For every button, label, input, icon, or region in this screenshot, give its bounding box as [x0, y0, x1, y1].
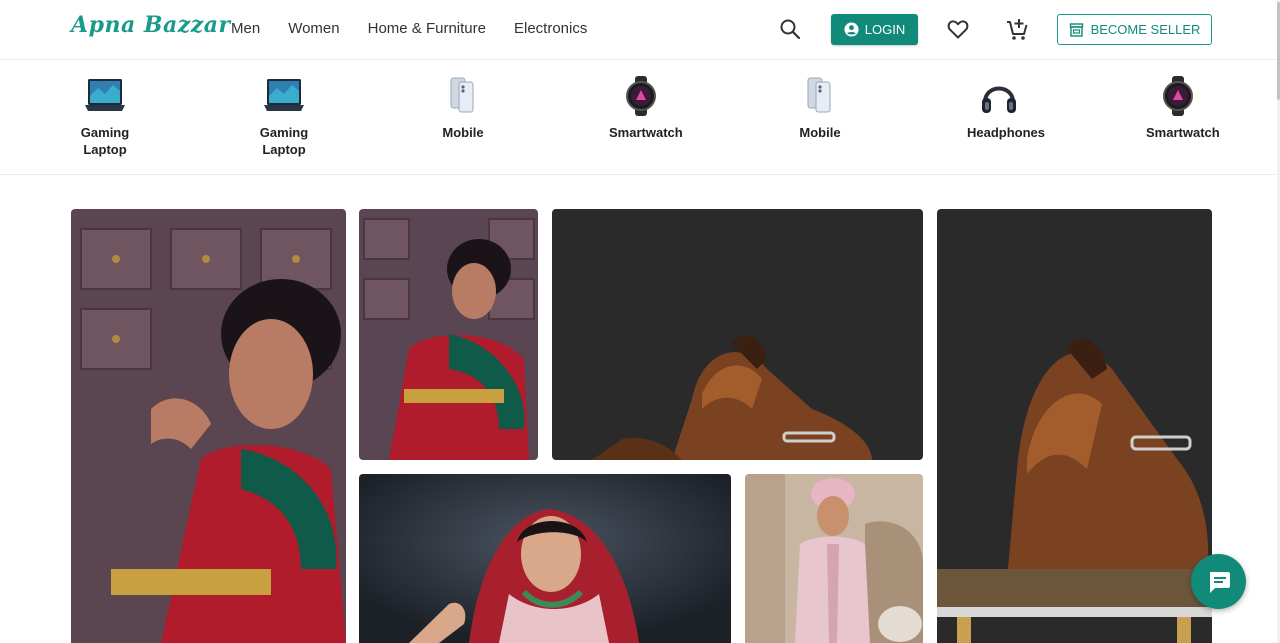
category-mobile[interactable]: Mobile — [760, 76, 880, 141]
bride-photo — [71, 209, 346, 643]
category-strip: Gaming Laptop Gaming Laptop Mobile Smart… — [0, 60, 1277, 175]
nav-electronics[interactable]: Electronics — [514, 20, 587, 37]
category-headphones[interactable]: Headphones — [939, 76, 1059, 141]
become-seller-label: BECOME SELLER — [1090, 22, 1201, 37]
shoes-photo — [937, 209, 1212, 643]
login-label: LOGIN — [864, 22, 906, 37]
heart-icon — [947, 20, 969, 39]
cart-button[interactable] — [1005, 16, 1029, 42]
chat-button[interactable] — [1191, 554, 1246, 609]
watch-icon — [1163, 76, 1193, 116]
category-label: Mobile — [799, 125, 841, 140]
bride-photo — [359, 474, 731, 643]
phone-icon — [450, 77, 474, 113]
category-label: Smartwatch — [609, 125, 683, 140]
category-label: Gaming Laptop — [80, 125, 130, 157]
cart-add-icon — [1007, 19, 1028, 40]
search-button[interactable] — [779, 18, 801, 40]
laptop-icon — [264, 79, 304, 111]
category-smartwatch[interactable]: Smartwatch — [1118, 76, 1238, 141]
login-button[interactable]: LOGIN — [831, 14, 918, 45]
category-smartwatch[interactable]: Smartwatch — [581, 76, 701, 141]
category-label: Headphones — [967, 125, 1046, 140]
category-mobile[interactable]: Mobile — [403, 76, 523, 141]
watch-icon — [626, 76, 656, 116]
category-label: Gaming Laptop — [259, 125, 309, 157]
nav-men[interactable]: Men — [231, 20, 260, 37]
gallery-image-bride-saree-small[interactable] — [359, 209, 538, 460]
headphones-icon — [982, 86, 1016, 113]
search-icon — [780, 19, 801, 40]
bride-photo — [359, 209, 538, 460]
wishlist-button[interactable] — [946, 17, 970, 41]
nav-women[interactable]: Women — [288, 20, 339, 37]
category-label: Smartwatch — [1146, 125, 1220, 140]
shoes-photo — [552, 209, 923, 460]
gallery-image-groom-sherwani[interactable] — [745, 474, 923, 643]
gallery-image-brown-loafers-tall[interactable] — [937, 209, 1212, 643]
become-seller-button[interactable]: BECOME SELLER — [1057, 14, 1212, 45]
phone-icon — [807, 77, 831, 113]
store-icon — [1069, 22, 1083, 37]
header: Apna Bazzar Men Women Home & Furniture E… — [0, 0, 1277, 60]
account-icon — [844, 22, 859, 37]
category-gaming-laptop[interactable]: Gaming Laptop — [45, 76, 165, 158]
gallery-image-bride-red-dupatta[interactable] — [359, 474, 731, 643]
groom-photo — [745, 474, 923, 643]
laptop-icon — [85, 79, 125, 111]
main-nav: Men Women Home & Furniture Electronics — [231, 20, 587, 37]
category-label: Mobile — [442, 125, 484, 140]
nav-home-furniture[interactable]: Home & Furniture — [368, 20, 486, 37]
category-gaming-laptop[interactable]: Gaming Laptop — [224, 76, 344, 158]
gallery-image-bride-saree[interactable] — [71, 209, 346, 643]
chat-icon — [1209, 571, 1230, 593]
logo[interactable]: Apna Bazzar — [71, 12, 231, 38]
gallery-image-brown-loafers[interactable] — [552, 209, 923, 460]
